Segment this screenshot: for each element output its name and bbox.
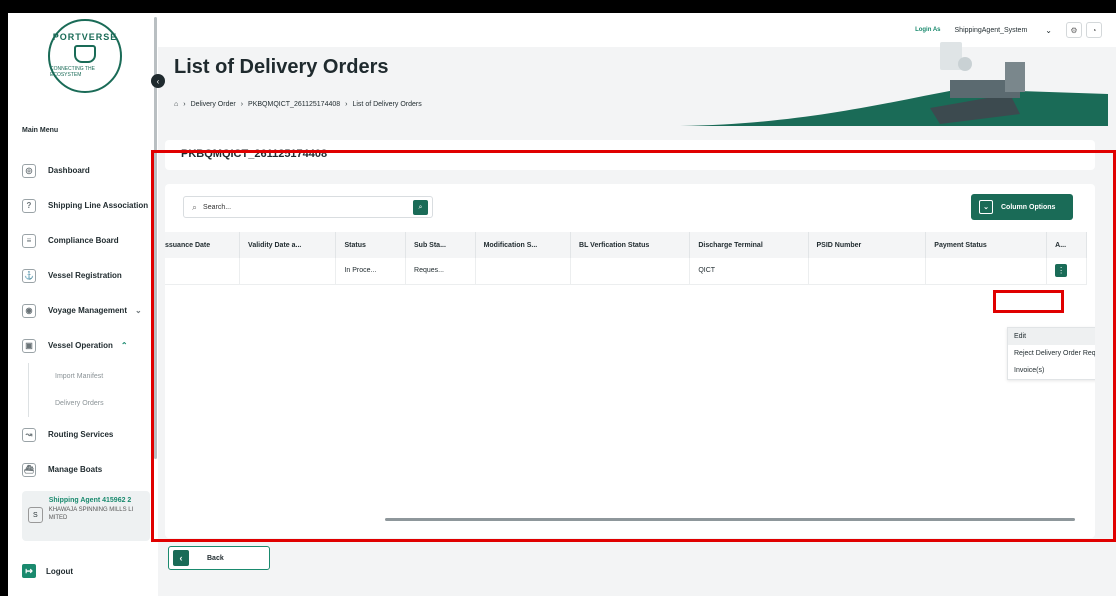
sidebar-item-label: Dashboard — [48, 166, 90, 175]
search-placeholder: Search... — [203, 203, 232, 211]
table-cell — [570, 258, 691, 285]
horizontal-scrollbar[interactable] — [385, 518, 1075, 521]
table-card: ⌕ Search... ⌕ ⌄ Column Options ssuance D… — [165, 184, 1095, 538]
back-button[interactable]: ‹ Back — [168, 546, 270, 570]
sidebar-subitem-delivery-orders[interactable]: Delivery Orders — [28, 390, 152, 417]
breadcrumb-separator: › — [345, 101, 348, 108]
column-header[interactable]: PSID Number — [808, 232, 927, 258]
search-input[interactable]: ⌕ Search... ⌕ — [183, 196, 433, 218]
sidebar-nav: ◎ Dashboard ? Shipping Line Association … — [22, 153, 152, 487]
logout-icon: ↦ — [22, 564, 36, 578]
table-cell: In Proce... — [335, 258, 407, 285]
sidebar-item-label: Shipping Line Association — [48, 201, 149, 210]
page-title: List of Delivery Orders — [174, 56, 389, 78]
column-header[interactable]: Payment Status — [925, 232, 1048, 258]
dashboard-icon: ◎ — [22, 163, 36, 178]
logo-text: PORTVERSE — [52, 32, 118, 42]
table-cell: QICT — [689, 258, 809, 285]
table-cell — [239, 258, 337, 285]
breadcrumb: ⌂ › Delivery Order › PKBQMQICT_261125174… — [174, 101, 427, 108]
back-arrow-icon: ‹ — [173, 550, 189, 566]
sidebar-item-label: Routing Services — [48, 430, 114, 439]
clipboard-icon: ≡ — [22, 233, 36, 248]
ship-logo-icon — [74, 45, 96, 63]
agent-organization: KHAWAJA SPINNING MILLS LI MITED — [48, 507, 134, 521]
table-cell — [165, 258, 241, 285]
column-header[interactable]: BL Verfication Status — [570, 232, 691, 258]
search-button[interactable]: ⌕ — [413, 200, 428, 215]
table-cell — [925, 258, 1048, 285]
operation-icon: ▣ — [22, 338, 36, 353]
breadcrumb-item: List of Delivery Orders — [352, 101, 422, 108]
breadcrumb-item[interactable]: Delivery Order — [191, 101, 236, 108]
back-label: Back — [207, 554, 224, 562]
column-header[interactable]: Modification S... — [475, 232, 572, 258]
sidebar-item-label: Voyage Management — [48, 306, 127, 315]
do-title-card: PKBQMQICT_261125174408 — [165, 140, 1095, 170]
column-header[interactable]: Discharge Terminal — [689, 232, 809, 258]
column-header[interactable]: Status — [335, 232, 407, 258]
table-cell — [808, 258, 927, 285]
avatar: S — [28, 507, 43, 523]
boat-icon: ⛴ — [22, 462, 36, 477]
main-menu-heading: Main Menu — [22, 127, 59, 134]
ship-icon: ⚓ — [22, 268, 36, 283]
row-actions-menu: Edit Reject Delivery Order Request Invoi… — [1007, 327, 1095, 380]
sidebar-item-label: Vessel Registration — [48, 271, 122, 280]
breadcrumb-separator: › — [240, 101, 244, 108]
cargo-ship-illustration — [680, 42, 1108, 126]
column-options-label: Column Options — [1001, 203, 1056, 211]
logout-button[interactable]: ↦ Logout — [22, 564, 73, 578]
sidebar-item-compliance-board[interactable]: ≡ Compliance Board — [22, 223, 152, 258]
table-cell: Reques... — [405, 258, 476, 285]
delivery-orders-table: ssuance Date Validity Date a... Status S… — [165, 232, 1087, 285]
portverse-logo: PORTVERSE CONNECTING THE ECOSYSTEM — [48, 19, 122, 93]
chevron-down-icon: ⌄ — [979, 200, 993, 214]
table-cell — [475, 258, 572, 285]
route-icon: ↝ — [22, 427, 36, 442]
sidebar-item-label: Manage Boats — [48, 465, 103, 474]
sidebar-item-routing-services[interactable]: ↝ Routing Services — [22, 417, 152, 452]
menu-item-reject-request[interactable]: Reject Delivery Order Request — [1008, 345, 1095, 362]
row-actions-kebab-icon[interactable]: ⋮ — [1055, 264, 1068, 278]
logo-tagline: CONNECTING THE ECOSYSTEM — [50, 66, 95, 78]
sidebar-item-label: Compliance Board — [48, 236, 119, 245]
column-header[interactable]: A... — [1046, 232, 1087, 258]
breadcrumb-separator: › — [183, 101, 186, 108]
column-options-button[interactable]: ⌄ Column Options — [971, 194, 1073, 220]
agent-name: Shipping Agent 415962 2 — [48, 497, 132, 504]
sidebar-item-vessel-operation[interactable]: ▣ Vessel Operation ⌃ — [22, 328, 152, 363]
login-as-label: Login As — [915, 27, 941, 33]
sidebar-item-label: Vessel Operation — [48, 341, 113, 350]
column-header[interactable]: ssuance Date — [165, 232, 241, 258]
collapse-sidebar-button[interactable]: ‹ — [151, 74, 165, 88]
menu-item-invoices[interactable]: Invoice(s) — [1008, 362, 1095, 379]
table-cell: ⋮ — [1046, 258, 1087, 285]
sidebar-item-manage-boats[interactable]: ⛴ Manage Boats — [22, 452, 152, 487]
sidebar-item-vessel-registration[interactable]: ⚓ Vessel Registration — [22, 258, 152, 293]
column-header[interactable]: Sub Sta... — [405, 232, 476, 258]
table-header-row: ssuance Date Validity Date a... Status S… — [165, 232, 1087, 258]
role-value: ShippingAgent_System — [954, 26, 1028, 34]
association-icon: ? — [22, 198, 36, 213]
chevron-down-icon: ⌄ — [134, 306, 142, 315]
menu-item-edit[interactable]: Edit — [1008, 328, 1095, 345]
breadcrumb-item[interactable]: PKBQMQICT_261125174408 — [248, 101, 340, 108]
table-row: In Proce... Reques... QICT ⋮ — [165, 258, 1087, 285]
main-content: PKBQMQICT_261125174408 ⌕ Search... ⌕ ⌄ C… — [155, 138, 1108, 538]
compass-icon: ◉ — [22, 303, 36, 318]
sidebar-item-shipping-line-association[interactable]: ? Shipping Line Association — [22, 188, 152, 223]
sidebar-item-dashboard[interactable]: ◎ Dashboard — [22, 153, 152, 188]
search-icon: ⌕ — [192, 201, 198, 212]
sidebar: PORTVERSE CONNECTING THE ECOSYSTEM Main … — [8, 13, 158, 596]
home-icon[interactable]: ⌂ — [174, 101, 178, 108]
sidebar-item-voyage-management[interactable]: ◉ Voyage Management ⌄ — [22, 293, 152, 328]
delivery-order-number: PKBQMQICT_261125174408 — [181, 148, 328, 160]
chevron-up-icon: ⌃ — [120, 341, 128, 350]
agent-card[interactable]: S Shipping Agent 415962 2 KHAWAJA SPINNI… — [22, 491, 150, 541]
logout-label: Logout — [46, 566, 74, 576]
sidebar-subitem-import-manifest[interactable]: Import Manifest — [28, 363, 152, 390]
column-header[interactable]: Validity Date a... — [239, 232, 337, 258]
